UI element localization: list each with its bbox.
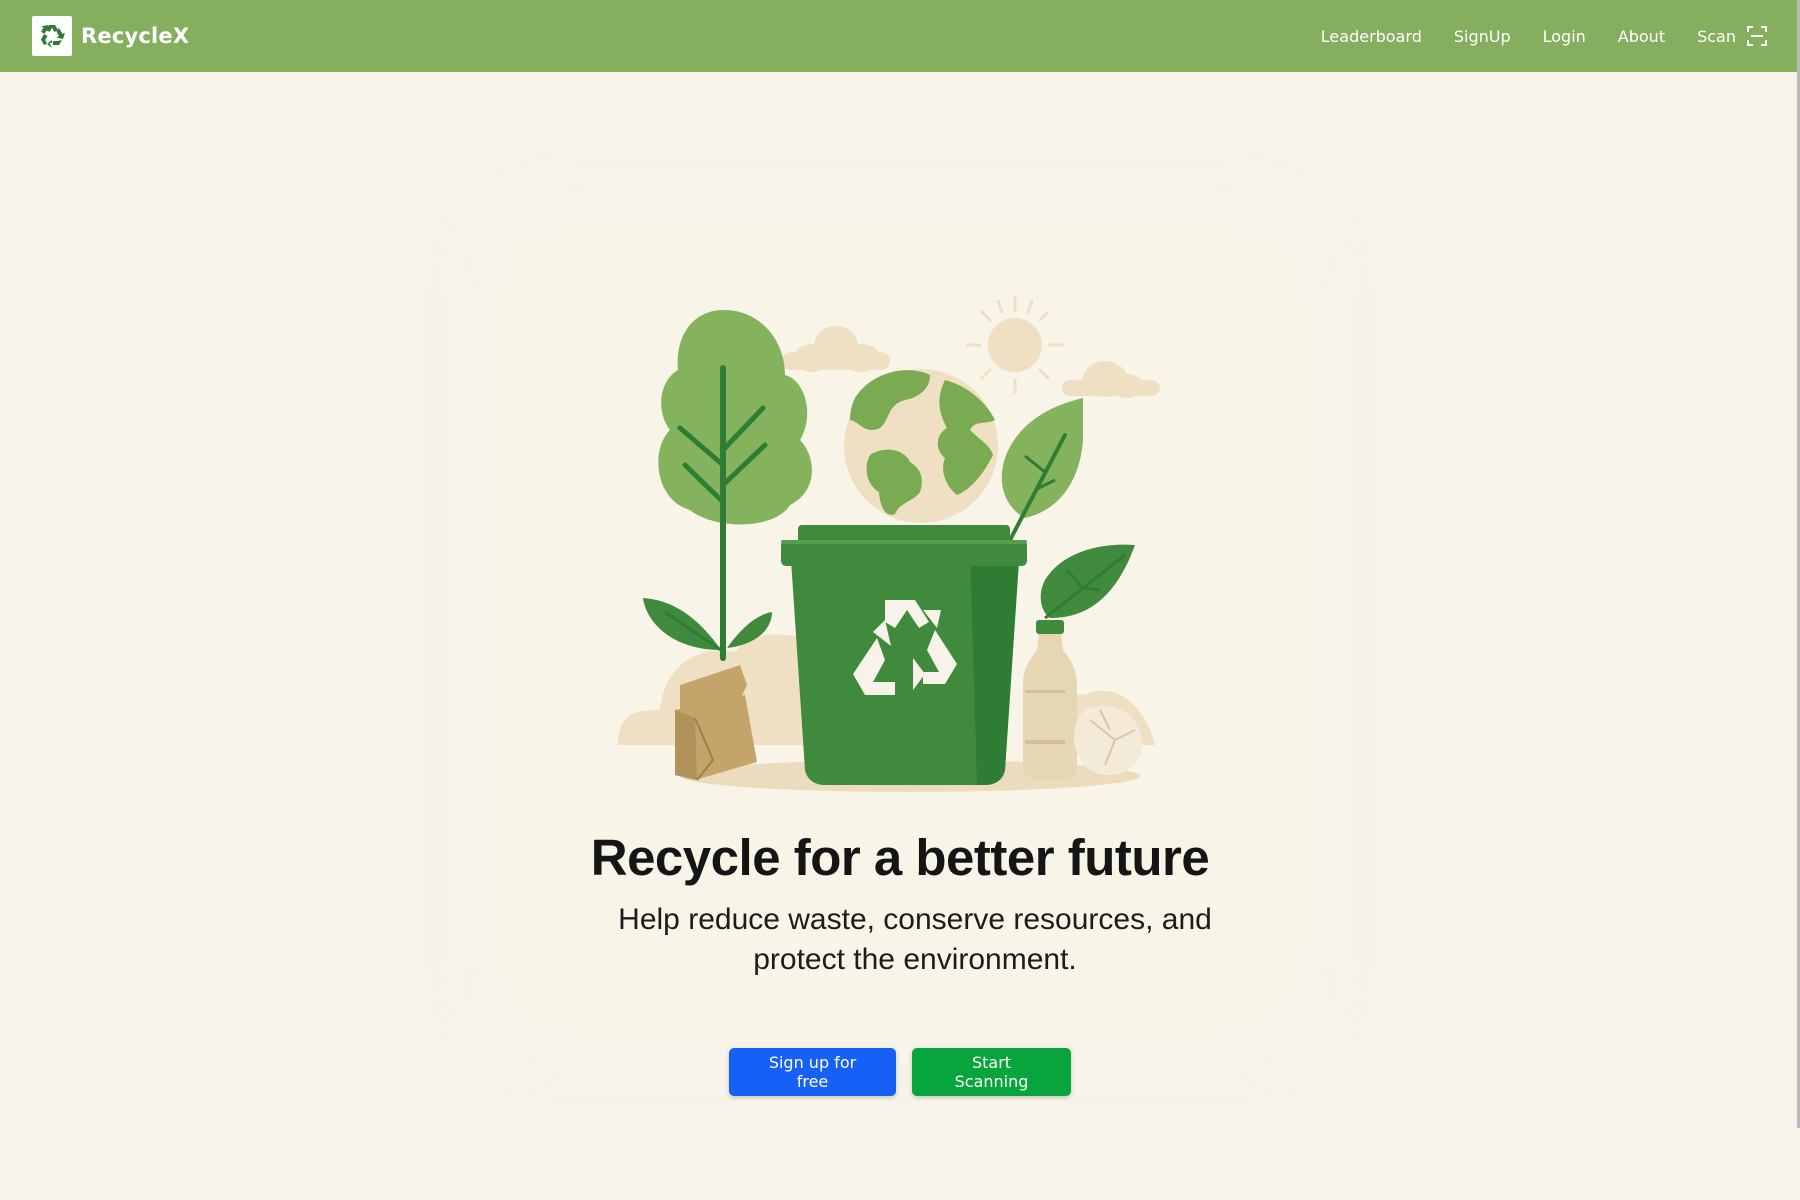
start-scanning-button[interactable]: Start Scanning: [912, 1048, 1071, 1096]
cta-buttons: Sign up for free Start Scanning: [729, 1048, 1071, 1096]
nav-signup-link[interactable]: SignUp: [1454, 27, 1511, 46]
sign-up-button[interactable]: Sign up for free: [729, 1048, 896, 1096]
leaf-right-upper: [1001, 398, 1083, 542]
recycle-icon: [32, 16, 72, 56]
recycling-bin: [781, 525, 1027, 785]
nav-login-link[interactable]: Login: [1543, 27, 1586, 46]
brand-name: RecycleX: [81, 24, 190, 48]
hero-title: Recycle for a better future: [590, 829, 1210, 886]
recycling-illustration: [618, 296, 1160, 792]
navbar: RecycleX Leaderboard SignUp Login About …: [0, 0, 1800, 72]
scan-frame-icon: [1747, 26, 1767, 46]
hero-subtitle: Help reduce waste, conserve resources, a…: [618, 903, 1212, 976]
cloud-left: [782, 326, 890, 372]
hero-section: Recycle for a better future Help reduce …: [515, 240, 1285, 1015]
sun-icon: [966, 296, 1064, 394]
brand-home-link[interactable]: RecycleX: [32, 16, 189, 56]
nav-links: Leaderboard SignUp Login About Scan: [1321, 25, 1768, 47]
plastic-bottle: [1023, 620, 1077, 780]
cloud-right: [1062, 361, 1160, 398]
page: RecycleX Leaderboard SignUp Login About …: [0, 0, 1800, 1200]
globe-icon: [844, 369, 998, 523]
nav-about-link[interactable]: About: [1618, 27, 1665, 46]
nav-scan-link[interactable]: Scan: [1697, 25, 1768, 47]
nav-scan-label: Scan: [1697, 26, 1736, 46]
nav-leaderboard-link[interactable]: Leaderboard: [1321, 27, 1422, 46]
leaf-right-lower: [1040, 544, 1135, 620]
